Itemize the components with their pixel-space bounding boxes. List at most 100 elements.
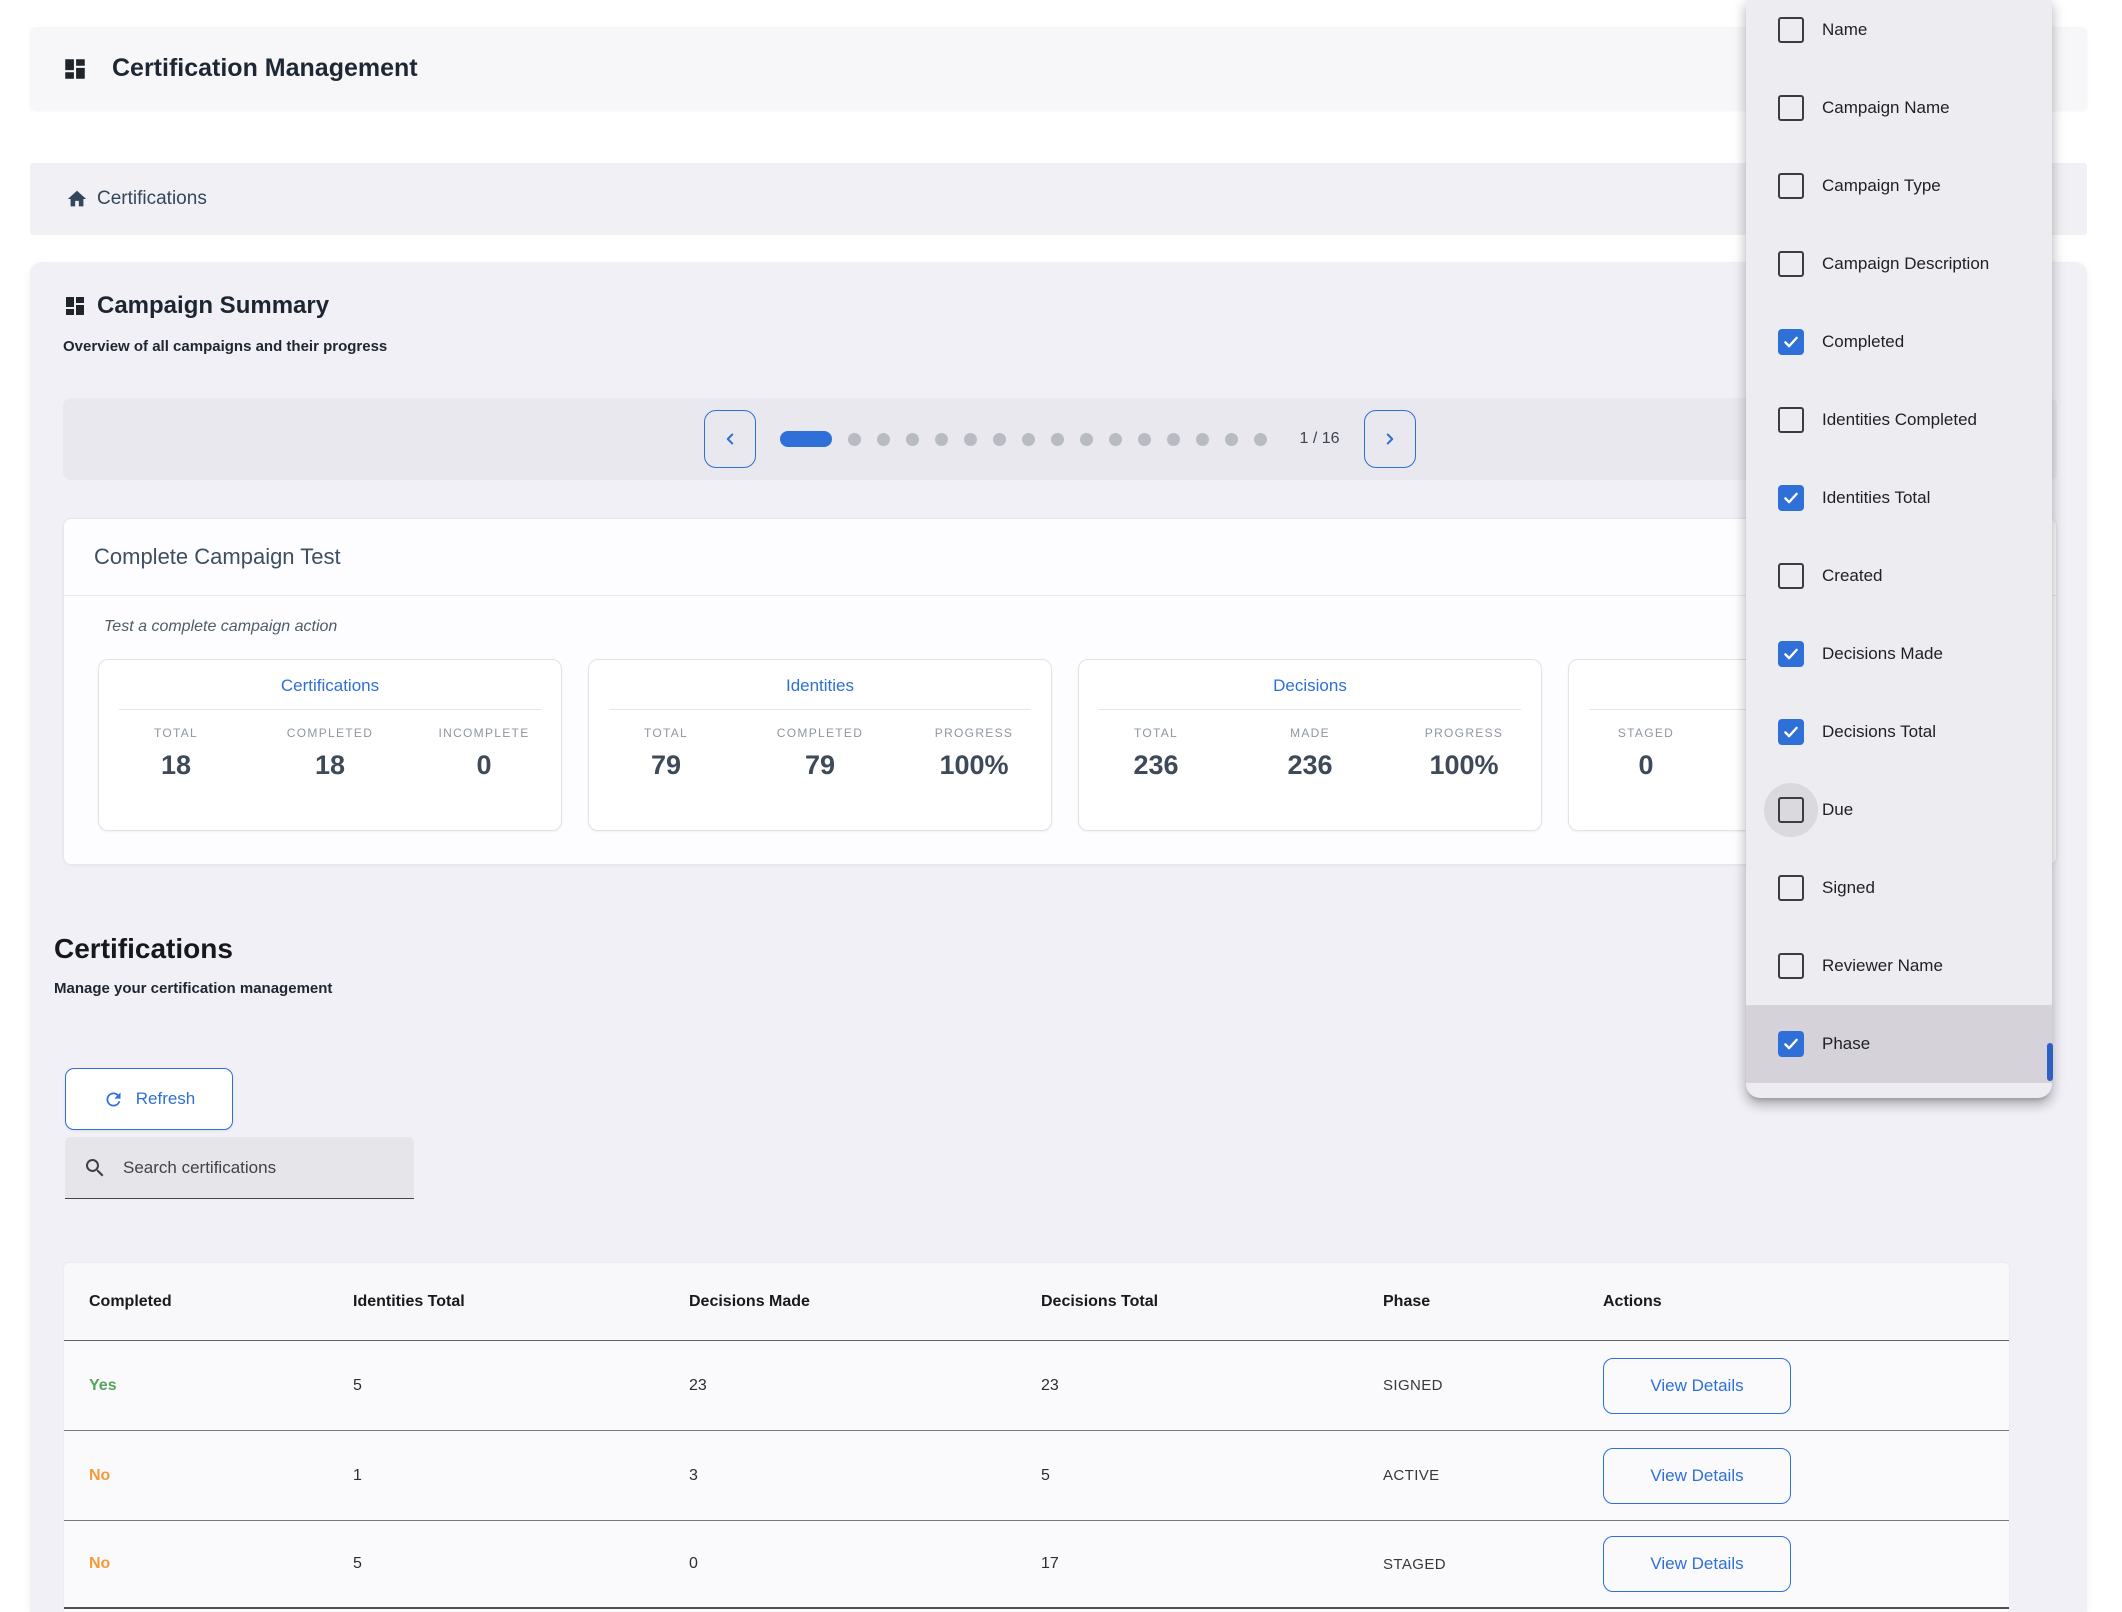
menu-item-phase[interactable]: Phase xyxy=(1746,1005,2052,1083)
menu-item-decisions-made[interactable]: Decisions Made xyxy=(1746,615,2052,693)
page-title: Certification Management xyxy=(112,54,418,83)
carousel-dot[interactable] xyxy=(1167,433,1180,446)
search-field[interactable] xyxy=(65,1137,414,1199)
stat-card-row: Certifications TOTAL18 COMPLETED18 INCOM… xyxy=(98,659,2032,831)
cell-phase: STAGED xyxy=(1383,1556,1603,1573)
checkbox-unchecked-icon[interactable] xyxy=(1778,173,1804,199)
chevron-right-icon xyxy=(1381,430,1399,448)
carousel-dot[interactable] xyxy=(993,433,1006,446)
column-header-identities-total: Identities Total xyxy=(353,1293,689,1311)
column-header-decisions-total: Decisions Total xyxy=(1041,1293,1383,1311)
table-row: Yes 5 23 23 SIGNED View Details xyxy=(64,1341,2009,1431)
carousel-dots xyxy=(780,431,1267,447)
checkbox-checked-icon[interactable] xyxy=(1778,1031,1804,1057)
refresh-label: Refresh xyxy=(136,1089,196,1109)
checkbox-unchecked-icon[interactable] xyxy=(1778,875,1804,901)
carousel-dot-active[interactable] xyxy=(780,431,832,447)
menu-item-identities-total[interactable]: Identities Total xyxy=(1746,459,2052,537)
carousel-dot[interactable] xyxy=(848,433,861,446)
carousel-dot[interactable] xyxy=(1196,433,1209,446)
refresh-button[interactable]: Refresh xyxy=(65,1068,233,1130)
carousel-dot[interactable] xyxy=(877,433,890,446)
checkbox-unchecked-icon[interactable] xyxy=(1778,407,1804,433)
menu-item-campaign-name[interactable]: Campaign Name xyxy=(1746,69,2052,147)
view-details-button[interactable]: View Details xyxy=(1603,1536,1791,1592)
checkbox-checked-icon[interactable] xyxy=(1778,719,1804,745)
carousel-dot[interactable] xyxy=(1022,433,1035,446)
stat-label: INCOMPLETE xyxy=(407,726,561,740)
breadcrumb-certifications[interactable]: Certifications xyxy=(66,188,207,210)
stat-label: TOTAL xyxy=(1079,726,1233,740)
carousel-dot[interactable] xyxy=(935,433,948,446)
stat-value: 236 xyxy=(1079,750,1233,781)
certifications-table: Completed Identities Total Decisions Mad… xyxy=(63,1262,2010,1612)
checkbox-unchecked-icon[interactable] xyxy=(1778,251,1804,277)
cell-decisions-made: 23 xyxy=(689,1377,1041,1395)
home-icon xyxy=(66,188,88,210)
carousel-dot[interactable] xyxy=(906,433,919,446)
search-input[interactable] xyxy=(123,1158,373,1178)
stat-value: 79 xyxy=(743,750,897,781)
carousel-dot[interactable] xyxy=(964,433,977,446)
cell-decisions-total: 5 xyxy=(1041,1467,1383,1485)
checkbox-checked-icon[interactable] xyxy=(1778,485,1804,511)
carousel-dot[interactable] xyxy=(1109,433,1122,446)
search-icon xyxy=(83,1156,107,1180)
menu-item-signed[interactable]: Signed xyxy=(1746,849,2052,927)
stat-value: 100% xyxy=(897,750,1051,781)
cell-identities-total: 5 xyxy=(353,1377,689,1395)
menu-item-name[interactable]: Name xyxy=(1746,0,2052,69)
menu-item-reviewer-name[interactable]: Reviewer Name xyxy=(1746,927,2052,1005)
stat-card-decisions: Decisions TOTAL236 MADE236 PROGRESS100% xyxy=(1078,659,1542,831)
view-details-button[interactable]: View Details xyxy=(1603,1448,1791,1504)
cell-decisions-total: 23 xyxy=(1041,1377,1383,1395)
carousel-next-button[interactable] xyxy=(1364,410,1416,468)
stat-label: MADE xyxy=(1233,726,1387,740)
stat-label: COMPLETED xyxy=(253,726,407,740)
stat-card-title: Decisions xyxy=(1079,676,1541,697)
stat-label: TOTAL xyxy=(99,726,253,740)
cell-identities-total: 1 xyxy=(353,1467,689,1485)
stat-card-title: Certifications xyxy=(99,676,561,697)
menu-item-completed[interactable]: Completed xyxy=(1746,303,2052,381)
checkbox-unchecked-icon[interactable] xyxy=(1778,95,1804,121)
stat-label: TOTAL xyxy=(589,726,743,740)
carousel-dot[interactable] xyxy=(1138,433,1151,446)
stat-label: STAGED xyxy=(1569,726,1723,740)
checkbox-unchecked-icon[interactable] xyxy=(1778,17,1804,43)
carousel-dot[interactable] xyxy=(1051,433,1064,446)
checkbox-checked-icon[interactable] xyxy=(1778,641,1804,667)
menu-item-decisions-total[interactable]: Decisions Total xyxy=(1746,693,2052,771)
checkbox-unchecked-icon[interactable] xyxy=(1778,563,1804,589)
view-details-button[interactable]: View Details xyxy=(1603,1358,1791,1414)
cell-completed: No xyxy=(89,1467,353,1485)
table-row: No 1 3 5 ACTIVE View Details xyxy=(64,1431,2009,1521)
checkbox-unchecked-icon[interactable] xyxy=(1778,797,1804,823)
certifications-subtitle: Manage your certification management xyxy=(54,980,332,997)
breadcrumb-label: Certifications xyxy=(97,188,207,210)
menu-item-campaign-description[interactable]: Campaign Description xyxy=(1746,225,2052,303)
certifications-title: Certifications xyxy=(54,933,233,965)
carousel-page-indicator: 1 / 16 xyxy=(1299,430,1339,448)
column-header-completed: Completed xyxy=(89,1293,353,1311)
carousel-dot[interactable] xyxy=(1080,433,1093,446)
cell-phase: SIGNED xyxy=(1383,1377,1603,1394)
menu-item-created[interactable]: Created xyxy=(1746,537,2052,615)
refresh-icon xyxy=(103,1089,124,1110)
checkbox-unchecked-icon[interactable] xyxy=(1778,953,1804,979)
hidden-apply-button-edge xyxy=(2047,1043,2053,1081)
dashboard-icon xyxy=(62,56,88,82)
cell-decisions-made: 3 xyxy=(689,1467,1041,1485)
campaign-summary-title: Campaign Summary xyxy=(97,292,329,320)
column-header-decisions-made: Decisions Made xyxy=(689,1293,1041,1311)
carousel-prev-button[interactable] xyxy=(704,410,756,468)
menu-item-identities-completed[interactable]: Identities Completed xyxy=(1746,381,2052,459)
menu-item-campaign-type[interactable]: Campaign Type xyxy=(1746,147,2052,225)
menu-item-due[interactable]: Due xyxy=(1746,771,2052,849)
stat-value: 79 xyxy=(589,750,743,781)
carousel-dot[interactable] xyxy=(1254,433,1267,446)
checkbox-checked-icon[interactable] xyxy=(1778,329,1804,355)
cell-completed: Yes xyxy=(89,1377,353,1395)
dashboard-icon xyxy=(63,294,87,318)
carousel-dot[interactable] xyxy=(1225,433,1238,446)
